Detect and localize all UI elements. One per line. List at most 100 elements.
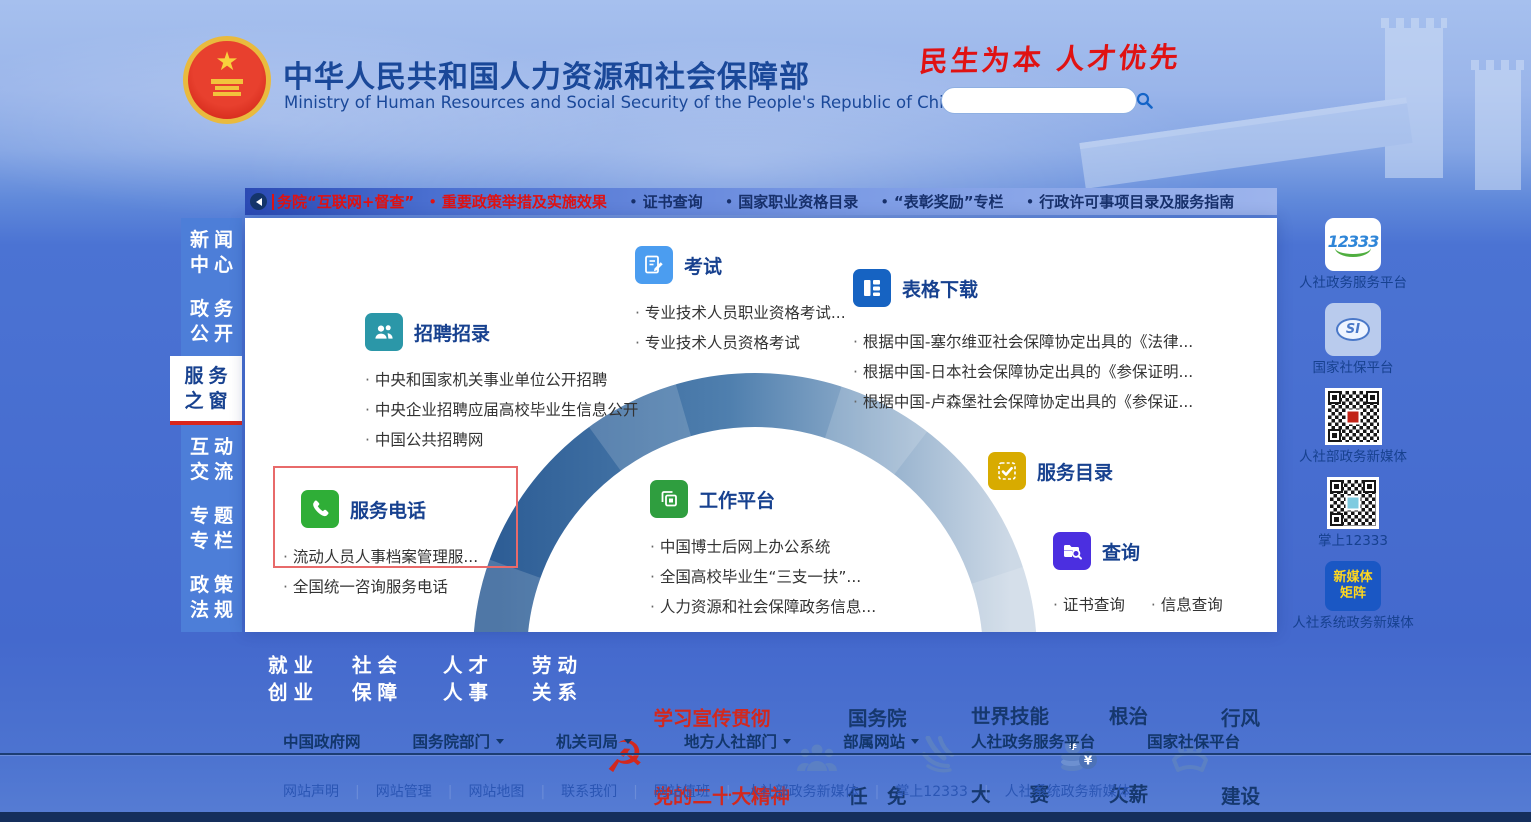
service-link[interactable]: 全国统一咨询服务电话 [283,572,478,602]
ticker-link[interactable]: 证书查询 [629,191,703,212]
great-wall-illustration [1091,0,1531,190]
service-link[interactable]: 专业技术人员职业资格考试... [635,298,846,328]
service-link[interactable]: 流动人员人事档案管理服... [283,542,478,572]
footer-link[interactable]: 网站值班 [617,781,710,801]
section-title[interactable]: 服务电话 [350,496,426,523]
footer-links: 网站声明网站管理网站地图联系我们网站值班人社部政务新媒体掌上12333人社系统政… [283,781,1131,801]
section-form-downloads: 表格下载 根据中国-塞尔维亚社会保障协定出具的《法律...根据中国-日本社会保障… [853,269,1193,417]
ticker-prev-button[interactable] [250,193,267,210]
section-title[interactable]: 查询 [1102,538,1140,565]
sidebar-item-news[interactable]: 新闻 中心 [181,218,242,287]
footer-nav-social-security-platform[interactable]: 国家社保平台 [1147,730,1240,752]
footer-link[interactable]: 掌上12333 [859,781,968,801]
right-rail: 12333 人社政务服务平台 SI 国家社保平台 人社部政务新媒体 掌上1233… [1303,218,1403,643]
footer-nav-bureaus[interactable]: 机关司局 [556,730,632,752]
section-title[interactable]: 招聘招录 [414,319,490,346]
emblem-star-icon: ★ [215,47,238,77]
search-input[interactable] [942,88,1136,113]
footer-link[interactable]: 人社部政务新媒体 [710,781,859,801]
logo-si[interactable]: SI [1325,303,1381,356]
footer-link[interactable]: 网站地图 [432,781,525,801]
service-link[interactable]: 根据中国-卢森堡社会保障协定出具的《参保证... [853,387,1193,417]
sidebar-item-special-topics[interactable]: 专题 专栏 [181,494,242,563]
service-link[interactable]: 信息查询 [1151,590,1223,620]
section-exams: 考试 专业技术人员职业资格考试...专业技术人员资格考试 [635,246,846,358]
service-link[interactable]: 全国高校毕业生“三支一扶”... [650,562,876,592]
service-link[interactable]: 根据中国-日本社会保障协定出具的《参保证明... [853,357,1193,387]
section-query: 查询 证书查询信息查询 [1053,532,1223,620]
ticker-link[interactable]: “表彰奖励”专栏 [880,191,1003,212]
left-nav: 新闻 中心 政务 公开 服务 之窗 互动 交流 专题 专栏 政策 法规 [170,218,242,632]
exam-pen-icon [635,246,673,284]
service-window-panel: 招聘招录 中央和国家机关事业单位公开招聘中央企业招聘应届高校毕业生信息公开中国公… [245,218,1277,632]
work-platform-icon [650,480,688,518]
footer-nav-affiliated-sites[interactable]: 部属网站 [843,730,919,752]
section-work-platform: 工作平台 中国博士后网上办公系统全国高校毕业生“三支一扶”...人力资源和社会保… [650,480,876,622]
quick-link-talent[interactable]: 人才 人事 [443,652,488,706]
quick-link-social-security[interactable]: 社会 保障 [352,652,397,706]
rail-item-service-platform[interactable]: 12333 人社政务服务平台 [1299,218,1407,292]
chevron-down-icon [496,739,504,748]
rail-item-social-security-platform[interactable]: SI 国家社保平台 [1313,303,1394,377]
footer-nav-gov-portal[interactable]: 中国政府网 [283,730,361,752]
sidebar-item-gov-affairs[interactable]: 政务 公开 [181,287,242,356]
footer-nav-state-council-depts[interactable]: 国务院部门 [413,730,505,752]
footer-divider [0,753,1531,755]
page: ★ 中华人民共和国人力资源和社会保障部 Ministry of Human Re… [0,0,1531,822]
footer-nav-local-depts[interactable]: 地方人社部门 [684,730,791,752]
section-title[interactable]: 考试 [684,252,722,279]
service-link[interactable]: 中国博士后网上办公系统 [650,532,876,562]
recruit-people-icon [365,313,403,351]
section-title[interactable]: 表格下载 [902,275,978,302]
footer-link[interactable]: 网站声明 [283,781,339,801]
site-title: 中华人民共和国人力资源和社会保障部 [283,52,810,96]
rail-item-mobile-12333-qr[interactable]: 掌上12333 [1318,477,1388,550]
left-arrow-icon [252,198,262,206]
service-link[interactable]: 中央和国家机关事业单位公开招聘 [365,365,638,395]
qr-code[interactable] [1325,388,1382,445]
calligraphy-slogan: 民生为本 人才优先 [918,36,1183,81]
phone-icon [301,490,339,528]
quick-link-labor-relations[interactable]: 劳动 关系 [532,652,577,706]
logo-12333[interactable]: 12333 [1325,218,1381,271]
search-box[interactable] [941,87,1137,114]
section-service-phone: 服务电话 流动人员人事档案管理服...全国统一咨询服务电话 [283,490,478,602]
section-title[interactable]: 服务目录 [1037,458,1113,485]
news-ticker: 务院“互联网+督查” 重要政策举措及实施效果 证书查询 国家职业资格目录 “表彰奖励”… [245,188,1277,215]
service-link[interactable]: 根据中国-塞尔维亚社会保障协定出具的《法律... [853,327,1193,357]
footer-nav-service-platform[interactable]: 人社政务服务平台 [971,730,1095,752]
service-link[interactable]: 证书查询 [1053,590,1125,620]
table-download-icon [853,269,891,307]
section-title[interactable]: 工作平台 [699,486,775,513]
service-link[interactable]: 中国公共招聘网 [365,425,638,455]
service-link[interactable]: 人力资源和社会保障政务信息... [650,592,876,622]
footer-link[interactable]: 网站管理 [339,781,432,801]
service-link[interactable]: 中央企业招聘应届高校毕业生信息公开 [365,395,638,425]
footer-link[interactable]: 联系我们 [524,781,617,801]
quick-links-row: 就业 创业 社会 保障 人才 人事 劳动 关系 ☭ 学习宣传贯彻 党的二十大精神 [0,648,1531,714]
quick-link-employment[interactable]: 就业 创业 [268,652,313,706]
site-subtitle: Ministry of Human Resources and Social S… [284,93,964,112]
service-catalog-check-icon [988,452,1026,490]
ticker-link[interactable]: 重要政策举措及实施效果 [428,191,607,212]
new-media-matrix-badge[interactable]: 新媒体 矩阵 [1325,561,1381,611]
chevron-down-icon [783,739,791,748]
chevron-down-icon [911,739,919,748]
ticker-link[interactable]: 行政许可事项目录及服务指南 [1026,191,1235,212]
ticker-link[interactable]: 国家职业资格目录 [725,191,859,212]
service-link[interactable]: 专业技术人员资格考试 [635,328,846,358]
bottom-bar [0,812,1531,822]
section-service-catalog: 服务目录 [988,452,1113,490]
sidebar-item-interaction[interactable]: 互动 交流 [181,425,242,494]
footer-nav: 中国政府网 国务院部门 机关司局 地方人社部门 部属网站 人社政务服务平台 国家… [283,730,1240,752]
rail-item-media-matrix[interactable]: 新媒体 矩阵 人社系统政务新媒体 [1292,561,1414,632]
national-emblem-logo: ★ [183,36,271,124]
ticker-scrolling-link[interactable]: 务院“互联网+督查” [277,191,414,212]
sidebar-item-service-window[interactable]: 服务 之窗 [170,356,242,425]
sidebar-item-policies[interactable]: 政策 法规 [181,563,242,632]
qr-code[interactable] [1327,477,1379,529]
search-icon[interactable] [1136,89,1153,113]
footer-link[interactable]: 人社系统政务新媒体 [968,781,1131,801]
rail-item-new-media-qr[interactable]: 人社部政务新媒体 [1299,388,1407,466]
svg-text:¥: ¥ [1084,754,1093,768]
